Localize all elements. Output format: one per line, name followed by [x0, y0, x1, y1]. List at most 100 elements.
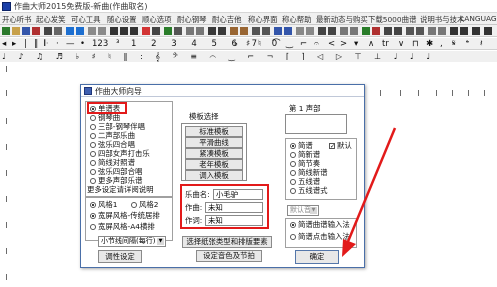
redo-icon[interactable] [98, 27, 106, 35]
radio-score-type[interactable] [90, 133, 96, 139]
ok-button[interactable]: 确定 [295, 250, 339, 264]
menu-item[interactable]: LANGUAGE [460, 14, 497, 23]
copy-icon[interactable] [120, 27, 128, 35]
template-item[interactable]: 紧凑模板 [185, 148, 243, 159]
close-icon[interactable] [32, 27, 40, 35]
trill-icon[interactable]: tr [382, 38, 389, 50]
pedal-icon[interactable]: ✱ [426, 38, 433, 50]
chord-icon[interactable] [262, 27, 270, 35]
measure-interval-select[interactable]: 小节线间隔(每行) ▼ [98, 236, 166, 247]
radio-score-type[interactable] [90, 151, 96, 157]
paper-layout-button[interactable]: 选择纸张类型和排版要素 [182, 236, 272, 248]
radio-notation[interactable] [290, 143, 296, 149]
radio-score-type[interactable] [90, 115, 96, 121]
print-icon[interactable] [44, 27, 52, 35]
beat-icon[interactable] [394, 27, 402, 35]
voice-list[interactable] [285, 114, 347, 134]
menu-item[interactable]: 下载5000曲谱 [368, 14, 416, 25]
fermata-icon[interactable]: 𝄐 [314, 38, 319, 50]
metronome-icon[interactable] [152, 27, 160, 35]
chevron-down-icon[interactable]: ▼ [157, 238, 164, 245]
radio-notation[interactable] [290, 170, 296, 176]
crescendo-icon[interactable]: < [328, 38, 335, 50]
coda-icon[interactable]: 𝄌 [466, 38, 469, 50]
slur-icon[interactable]: ‿ [286, 38, 293, 50]
left-align-icon[interactable] [340, 27, 348, 35]
bar-icon[interactable]: | [24, 38, 27, 50]
delete-icon[interactable] [372, 27, 380, 35]
segno-icon[interactable]: 𝄋 [452, 38, 456, 50]
text-icon[interactable] [406, 27, 414, 35]
radio-input-mode[interactable] [290, 222, 296, 228]
menu-item[interactable]: 称心界面 [248, 14, 278, 25]
bracket-icon[interactable]: ⌐ [300, 38, 307, 50]
radio-score-type[interactable] [90, 160, 96, 166]
tempo-icon[interactable] [318, 27, 326, 35]
key-icon[interactable] [328, 27, 336, 35]
triplet-icon[interactable]: ³ [116, 38, 119, 50]
right-align-icon[interactable] [350, 27, 358, 35]
note-edit-icon[interactable] [450, 27, 458, 35]
note-dot-icon[interactable] [484, 27, 492, 35]
lyrics-icon[interactable] [252, 27, 260, 35]
measure-icon[interactable] [384, 27, 392, 35]
sharp-icon[interactable]: ♯ [246, 38, 250, 50]
radio-notation[interactable] [290, 152, 296, 158]
rest-icon[interactable] [218, 27, 226, 35]
down-bow-icon[interactable]: ⊓ [412, 38, 419, 50]
zoom-icon[interactable] [164, 27, 172, 35]
arrow-right-icon[interactable]: ▸ [12, 38, 16, 50]
undo-icon[interactable] [88, 27, 96, 35]
symbol-icon[interactable] [416, 27, 424, 35]
settings-icon[interactable] [296, 27, 304, 35]
key-settings-button[interactable]: 调性设定 [98, 250, 142, 263]
play-icon[interactable] [66, 27, 74, 35]
help-icon[interactable] [306, 27, 314, 35]
menu-item[interactable]: 可心工具 [71, 14, 101, 25]
rest-note-icon[interactable]: 𝄽 [480, 38, 483, 50]
flat-icon[interactable]: ♭ [234, 38, 238, 50]
export-icon[interactable] [274, 27, 282, 35]
radio-score-type[interactable] [90, 124, 96, 130]
menu-item[interactable]: 随心设置 [107, 14, 137, 25]
radio-notation[interactable] [290, 161, 296, 167]
radio-style2[interactable] [131, 202, 137, 208]
dot-icon[interactable]: · [56, 38, 59, 50]
tone-tempo-button[interactable]: 设定音色及节拍 [196, 250, 262, 262]
repeat-icon[interactable]: 𝄆 [44, 38, 48, 50]
decrescendo-icon[interactable]: > [340, 38, 347, 50]
tie-icon[interactable]: ⌒ [272, 38, 281, 50]
check-icon[interactable] [362, 27, 370, 35]
template-item[interactable]: 调入模板 [185, 170, 243, 181]
menu-item[interactable]: 顺心选项 [142, 14, 172, 25]
cut-icon[interactable] [110, 27, 118, 35]
default-checkbox[interactable]: ✓ [329, 143, 335, 150]
import-icon[interactable] [284, 27, 292, 35]
up-bow-icon[interactable]: ∨ [398, 38, 404, 50]
radio-score-type[interactable] [90, 142, 96, 148]
record-icon[interactable] [142, 27, 150, 35]
radio-notation[interactable] [290, 188, 296, 194]
instrument-icon[interactable] [230, 27, 238, 35]
note-duration-icon[interactable] [472, 27, 480, 35]
menu-item[interactable]: 耐心吉他 [212, 14, 242, 25]
radio-score-type[interactable] [90, 178, 96, 184]
open-icon[interactable] [12, 27, 20, 35]
template-item[interactable]: 标准模板 [185, 126, 243, 137]
menu-item[interactable]: 起心发笑 [36, 14, 66, 25]
dash-icon[interactable]: — [66, 38, 75, 50]
menu-item[interactable]: 最新动态与购买 [316, 14, 368, 25]
high-dot-icon[interactable]: • [80, 38, 85, 50]
radio-style1[interactable] [90, 202, 96, 208]
template-item[interactable]: 老年模板 [185, 159, 243, 170]
new-icon[interactable] [2, 27, 10, 35]
drum-icon[interactable] [240, 27, 248, 35]
count-label[interactable]: 123 [92, 38, 108, 50]
voice-select[interactable]: 默认音 ▼ [287, 205, 319, 216]
preview-icon[interactable] [54, 27, 62, 35]
menu-item[interactable]: 开心听书 [2, 14, 32, 25]
chevron-down-icon[interactable]: ▼ [310, 207, 317, 214]
arrow-left-icon[interactable]: ◂ [2, 38, 6, 50]
radio-input-mode[interactable] [290, 234, 296, 240]
page-icon[interactable] [428, 27, 436, 35]
